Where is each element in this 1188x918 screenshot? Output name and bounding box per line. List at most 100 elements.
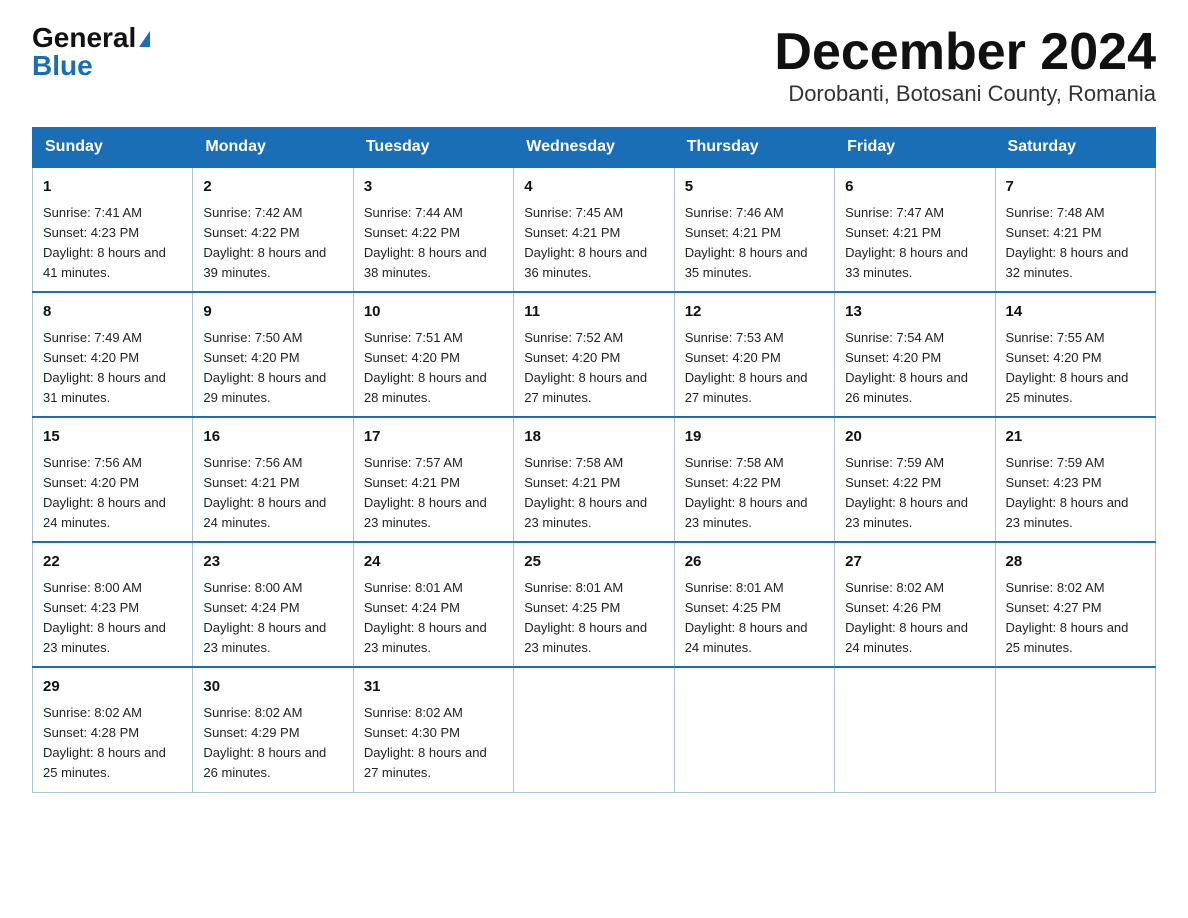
day-info: Sunrise: 7:56 AMSunset: 4:21 PMDaylight:… <box>203 455 326 530</box>
day-info: Sunrise: 7:57 AMSunset: 4:21 PMDaylight:… <box>364 455 487 530</box>
day-number: 21 <box>1006 426 1145 449</box>
table-row: 5 Sunrise: 7:46 AMSunset: 4:21 PMDayligh… <box>674 167 834 292</box>
day-info: Sunrise: 7:58 AMSunset: 4:22 PMDaylight:… <box>685 455 808 530</box>
table-row: 25 Sunrise: 8:01 AMSunset: 4:25 PMDaylig… <box>514 542 674 667</box>
table-row: 4 Sunrise: 7:45 AMSunset: 4:21 PMDayligh… <box>514 167 674 292</box>
logo-general: General <box>32 24 136 52</box>
day-info: Sunrise: 8:02 AMSunset: 4:28 PMDaylight:… <box>43 705 166 780</box>
day-info: Sunrise: 8:01 AMSunset: 4:25 PMDaylight:… <box>524 580 647 655</box>
day-info: Sunrise: 7:59 AMSunset: 4:22 PMDaylight:… <box>845 455 968 530</box>
day-info: Sunrise: 7:56 AMSunset: 4:20 PMDaylight:… <box>43 455 166 530</box>
table-row: 11 Sunrise: 7:52 AMSunset: 4:20 PMDaylig… <box>514 292 674 417</box>
calendar-week-row: 1 Sunrise: 7:41 AMSunset: 4:23 PMDayligh… <box>33 167 1156 292</box>
day-number: 26 <box>685 551 824 574</box>
day-number: 7 <box>1006 176 1145 199</box>
table-row: 2 Sunrise: 7:42 AMSunset: 4:22 PMDayligh… <box>193 167 353 292</box>
day-number: 30 <box>203 676 342 699</box>
col-friday: Friday <box>835 128 995 168</box>
calendar-week-row: 22 Sunrise: 8:00 AMSunset: 4:23 PMDaylig… <box>33 542 1156 667</box>
day-info: Sunrise: 7:47 AMSunset: 4:21 PMDaylight:… <box>845 205 968 280</box>
table-row: 12 Sunrise: 7:53 AMSunset: 4:20 PMDaylig… <box>674 292 834 417</box>
day-number: 28 <box>1006 551 1145 574</box>
table-row: 14 Sunrise: 7:55 AMSunset: 4:20 PMDaylig… <box>995 292 1155 417</box>
day-number: 16 <box>203 426 342 449</box>
day-number: 18 <box>524 426 663 449</box>
table-row: 30 Sunrise: 8:02 AMSunset: 4:29 PMDaylig… <box>193 667 353 792</box>
calendar-week-row: 29 Sunrise: 8:02 AMSunset: 4:28 PMDaylig… <box>33 667 1156 792</box>
day-info: Sunrise: 8:02 AMSunset: 4:26 PMDaylight:… <box>845 580 968 655</box>
table-row: 24 Sunrise: 8:01 AMSunset: 4:24 PMDaylig… <box>353 542 513 667</box>
day-info: Sunrise: 8:01 AMSunset: 4:25 PMDaylight:… <box>685 580 808 655</box>
day-info: Sunrise: 7:51 AMSunset: 4:20 PMDaylight:… <box>364 330 487 405</box>
table-row: 19 Sunrise: 7:58 AMSunset: 4:22 PMDaylig… <box>674 417 834 542</box>
table-row: 31 Sunrise: 8:02 AMSunset: 4:30 PMDaylig… <box>353 667 513 792</box>
col-tuesday: Tuesday <box>353 128 513 168</box>
day-info: Sunrise: 8:00 AMSunset: 4:24 PMDaylight:… <box>203 580 326 655</box>
table-row: 26 Sunrise: 8:01 AMSunset: 4:25 PMDaylig… <box>674 542 834 667</box>
day-number: 3 <box>364 176 503 199</box>
table-row: 28 Sunrise: 8:02 AMSunset: 4:27 PMDaylig… <box>995 542 1155 667</box>
logo: General Blue <box>32 24 150 80</box>
calendar-week-row: 15 Sunrise: 7:56 AMSunset: 4:20 PMDaylig… <box>33 417 1156 542</box>
table-row: 23 Sunrise: 8:00 AMSunset: 4:24 PMDaylig… <box>193 542 353 667</box>
day-number: 23 <box>203 551 342 574</box>
day-number: 8 <box>43 301 182 324</box>
day-info: Sunrise: 7:54 AMSunset: 4:20 PMDaylight:… <box>845 330 968 405</box>
day-number: 4 <box>524 176 663 199</box>
table-row <box>514 667 674 792</box>
table-row: 17 Sunrise: 7:57 AMSunset: 4:21 PMDaylig… <box>353 417 513 542</box>
day-info: Sunrise: 7:59 AMSunset: 4:23 PMDaylight:… <box>1006 455 1129 530</box>
table-row <box>674 667 834 792</box>
day-info: Sunrise: 7:44 AMSunset: 4:22 PMDaylight:… <box>364 205 487 280</box>
table-row: 8 Sunrise: 7:49 AMSunset: 4:20 PMDayligh… <box>33 292 193 417</box>
table-row: 15 Sunrise: 7:56 AMSunset: 4:20 PMDaylig… <box>33 417 193 542</box>
calendar-week-row: 8 Sunrise: 7:49 AMSunset: 4:20 PMDayligh… <box>33 292 1156 417</box>
day-info: Sunrise: 7:55 AMSunset: 4:20 PMDaylight:… <box>1006 330 1129 405</box>
calendar-title: December 2024 <box>774 24 1156 81</box>
table-row: 13 Sunrise: 7:54 AMSunset: 4:20 PMDaylig… <box>835 292 995 417</box>
col-sunday: Sunday <box>33 128 193 168</box>
day-number: 10 <box>364 301 503 324</box>
day-info: Sunrise: 8:02 AMSunset: 4:30 PMDaylight:… <box>364 705 487 780</box>
calendar-header-row: Sunday Monday Tuesday Wednesday Thursday… <box>33 128 1156 168</box>
table-row: 20 Sunrise: 7:59 AMSunset: 4:22 PMDaylig… <box>835 417 995 542</box>
day-number: 17 <box>364 426 503 449</box>
day-number: 6 <box>845 176 984 199</box>
day-info: Sunrise: 8:00 AMSunset: 4:23 PMDaylight:… <box>43 580 166 655</box>
table-row <box>995 667 1155 792</box>
day-info: Sunrise: 7:52 AMSunset: 4:20 PMDaylight:… <box>524 330 647 405</box>
col-monday: Monday <box>193 128 353 168</box>
table-row: 10 Sunrise: 7:51 AMSunset: 4:20 PMDaylig… <box>353 292 513 417</box>
table-row: 21 Sunrise: 7:59 AMSunset: 4:23 PMDaylig… <box>995 417 1155 542</box>
table-row: 6 Sunrise: 7:47 AMSunset: 4:21 PMDayligh… <box>835 167 995 292</box>
day-number: 1 <box>43 176 182 199</box>
logo-blue: Blue <box>32 52 93 80</box>
day-number: 12 <box>685 301 824 324</box>
day-number: 25 <box>524 551 663 574</box>
day-info: Sunrise: 7:46 AMSunset: 4:21 PMDaylight:… <box>685 205 808 280</box>
day-info: Sunrise: 7:45 AMSunset: 4:21 PMDaylight:… <box>524 205 647 280</box>
day-number: 24 <box>364 551 503 574</box>
calendar-subtitle: Dorobanti, Botosani County, Romania <box>774 81 1156 107</box>
table-row: 27 Sunrise: 8:02 AMSunset: 4:26 PMDaylig… <box>835 542 995 667</box>
day-info: Sunrise: 8:01 AMSunset: 4:24 PMDaylight:… <box>364 580 487 655</box>
day-info: Sunrise: 7:49 AMSunset: 4:20 PMDaylight:… <box>43 330 166 405</box>
day-number: 22 <box>43 551 182 574</box>
table-row: 18 Sunrise: 7:58 AMSunset: 4:21 PMDaylig… <box>514 417 674 542</box>
day-number: 11 <box>524 301 663 324</box>
day-number: 5 <box>685 176 824 199</box>
day-number: 15 <box>43 426 182 449</box>
day-number: 14 <box>1006 301 1145 324</box>
day-info: Sunrise: 7:50 AMSunset: 4:20 PMDaylight:… <box>203 330 326 405</box>
day-info: Sunrise: 8:02 AMSunset: 4:29 PMDaylight:… <box>203 705 326 780</box>
table-row: 29 Sunrise: 8:02 AMSunset: 4:28 PMDaylig… <box>33 667 193 792</box>
day-info: Sunrise: 7:48 AMSunset: 4:21 PMDaylight:… <box>1006 205 1129 280</box>
day-info: Sunrise: 7:58 AMSunset: 4:21 PMDaylight:… <box>524 455 647 530</box>
col-saturday: Saturday <box>995 128 1155 168</box>
logo-triangle-icon <box>139 31 150 47</box>
table-row <box>835 667 995 792</box>
table-row: 7 Sunrise: 7:48 AMSunset: 4:21 PMDayligh… <box>995 167 1155 292</box>
day-info: Sunrise: 7:41 AMSunset: 4:23 PMDaylight:… <box>43 205 166 280</box>
table-row: 22 Sunrise: 8:00 AMSunset: 4:23 PMDaylig… <box>33 542 193 667</box>
day-number: 20 <box>845 426 984 449</box>
